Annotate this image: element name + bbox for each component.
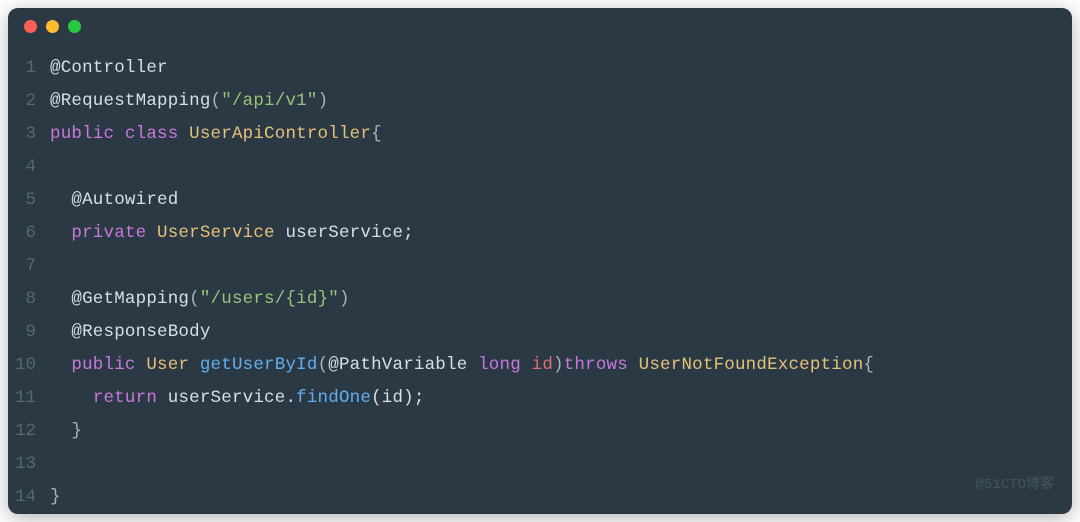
- code-line[interactable]: 4: [8, 151, 1072, 184]
- code-line[interactable]: 2@RequestMapping("/api/v1"): [8, 85, 1072, 118]
- line-number: 8: [8, 283, 50, 316]
- line-number: 4: [8, 151, 50, 184]
- code-content[interactable]: }: [50, 481, 61, 514]
- code-content[interactable]: public User getUserById(@PathVariable lo…: [50, 349, 874, 382]
- code-content[interactable]: private UserService userService;: [50, 217, 414, 250]
- line-number: 7: [8, 250, 50, 283]
- close-icon[interactable]: [24, 20, 37, 33]
- line-number: 5: [8, 184, 50, 217]
- line-number: 3: [8, 118, 50, 151]
- minimize-icon[interactable]: [46, 20, 59, 33]
- code-line[interactable]: 9 @ResponseBody: [8, 316, 1072, 349]
- code-line[interactable]: 13: [8, 448, 1072, 481]
- line-number: 2: [8, 85, 50, 118]
- code-content[interactable]: @RequestMapping("/api/v1"): [50, 85, 328, 118]
- code-content[interactable]: @Controller: [50, 52, 168, 85]
- code-line[interactable]: 14}: [8, 481, 1072, 514]
- line-number: 9: [8, 316, 50, 349]
- code-content[interactable]: }: [50, 415, 82, 448]
- code-line[interactable]: 7: [8, 250, 1072, 283]
- code-line[interactable]: 11 return userService.findOne(id);: [8, 382, 1072, 415]
- code-content[interactable]: @GetMapping("/users/{id}"): [50, 283, 350, 316]
- code-line[interactable]: 1@Controller: [8, 52, 1072, 85]
- code-line[interactable]: 10 public User getUserById(@PathVariable…: [8, 349, 1072, 382]
- code-line[interactable]: 6 private UserService userService;: [8, 217, 1072, 250]
- code-content[interactable]: @ResponseBody: [50, 316, 211, 349]
- code-line[interactable]: 8 @GetMapping("/users/{id}"): [8, 283, 1072, 316]
- line-number: 6: [8, 217, 50, 250]
- zoom-icon[interactable]: [68, 20, 81, 33]
- code-content[interactable]: public class UserApiController{: [50, 118, 382, 151]
- window-titlebar: [8, 8, 1072, 44]
- watermark-text: @51CTO博客: [976, 469, 1054, 502]
- code-content[interactable]: return userService.findOne(id);: [50, 382, 425, 415]
- line-number: 10: [8, 349, 50, 382]
- code-line[interactable]: 3public class UserApiController{: [8, 118, 1072, 151]
- line-number: 13: [8, 448, 50, 481]
- code-editor[interactable]: 1@Controller2@RequestMapping("/api/v1")3…: [8, 44, 1072, 514]
- code-content[interactable]: @Autowired: [50, 184, 178, 217]
- code-window: 1@Controller2@RequestMapping("/api/v1")3…: [8, 8, 1072, 514]
- code-line[interactable]: 12 }: [8, 415, 1072, 448]
- line-number: 1: [8, 52, 50, 85]
- line-number: 11: [8, 382, 50, 415]
- line-number: 14: [8, 481, 50, 514]
- line-number: 12: [8, 415, 50, 448]
- code-line[interactable]: 5 @Autowired: [8, 184, 1072, 217]
